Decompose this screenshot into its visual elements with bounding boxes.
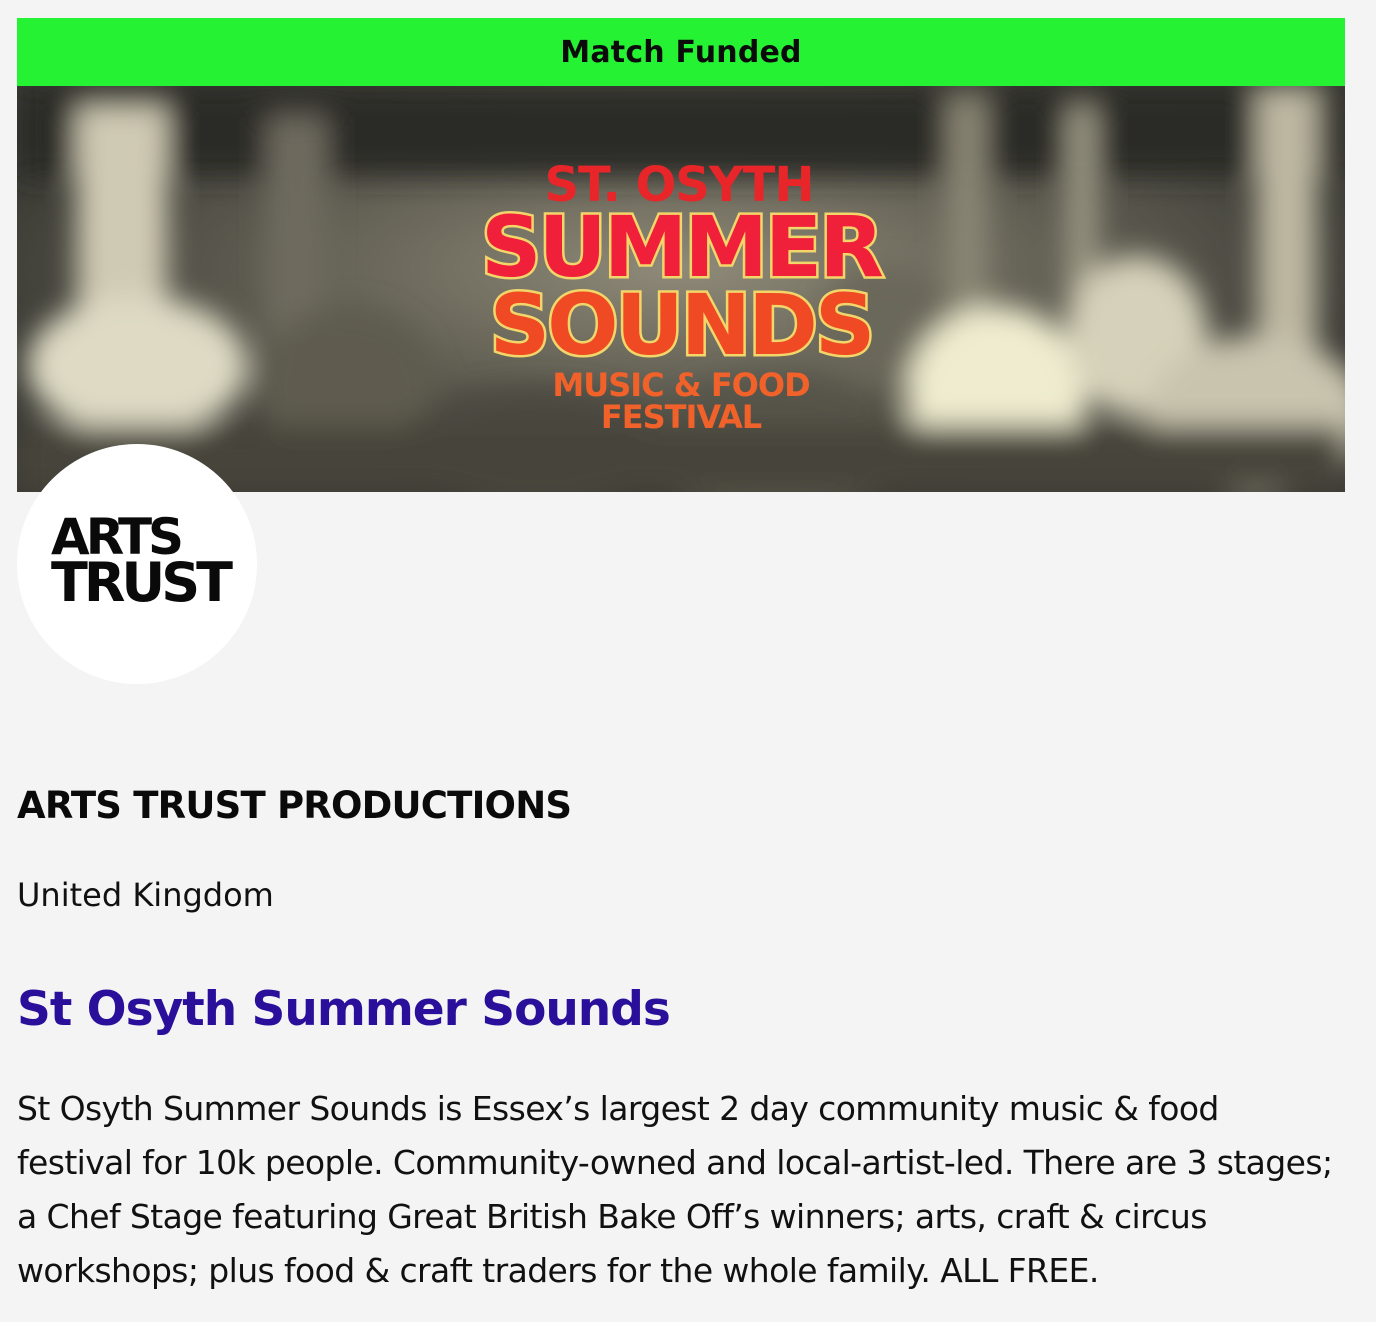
project-banner-image[interactable]: ST. OSYTH SUMMER SOUNDS MUSIC & FOOD FES…	[17, 86, 1345, 492]
arts-trust-logo: ARTS TRUST	[51, 512, 233, 614]
project-title-link[interactable]: St Osyth Summer Sounds	[17, 982, 671, 1037]
project-description: St Osyth Summer Sounds is Essex’s larges…	[17, 1089, 1333, 1290]
match-funded-badge: Match Funded	[17, 18, 1345, 86]
poster-line-3: SOUNDS	[490, 276, 873, 374]
poster-line-5: FESTIVAL	[601, 398, 762, 436]
project-card[interactable]: Match Funded ST. OSYTH SUMMER SOUNDS MUS…	[17, 18, 1345, 492]
logo-line-2: TRUST	[51, 551, 233, 614]
festival-poster-logo: ST. OSYTH SUMMER SOUNDS MUSIC & FOOD FES…	[479, 157, 888, 436]
org-avatar[interactable]: ARTS TRUST	[17, 444, 257, 684]
badge-label: Match Funded	[560, 34, 802, 70]
organisation-name: ARTS TRUST PRODUCTIONS	[17, 784, 572, 827]
organisation-country: United Kingdom	[17, 876, 274, 914]
